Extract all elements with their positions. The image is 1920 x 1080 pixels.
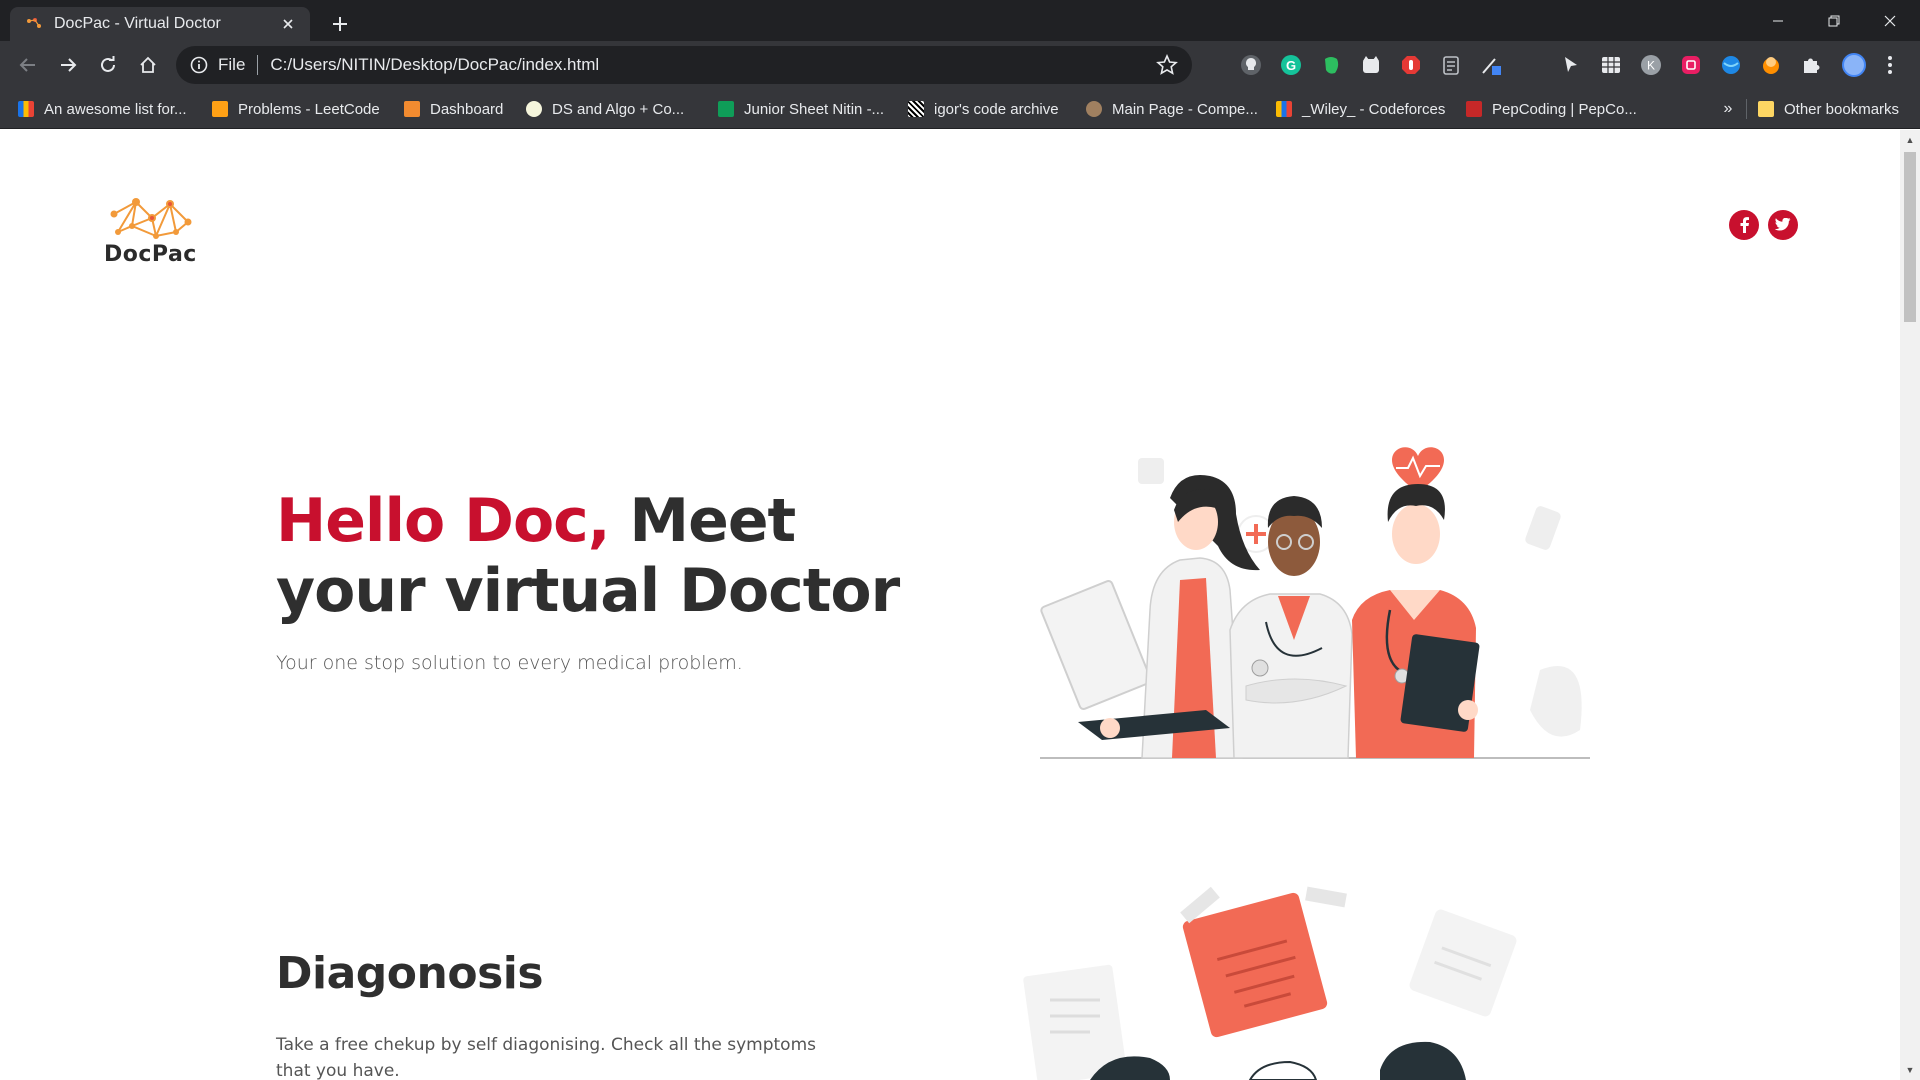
- wiki-icon: [1086, 101, 1102, 117]
- bookmark-item[interactable]: DS and Algo + Co...: [526, 97, 684, 121]
- record-icon[interactable]: [1680, 54, 1702, 76]
- menu-kebab-icon[interactable]: [1882, 53, 1898, 77]
- scroll-up-arrow-icon[interactable]: ▲: [1905, 135, 1915, 145]
- logo-text: DocPac: [104, 242, 197, 267]
- page-viewport: DocPac Hello Doc, Meet your virtual Doct…: [0, 130, 1900, 1080]
- twitter-icon[interactable]: [1768, 210, 1798, 240]
- url-scheme: File: [218, 55, 246, 74]
- bookmark-item[interactable]: _Wiley_ - Codeforces: [1276, 97, 1445, 121]
- bookmark-label: Problems - LeetCode: [238, 100, 380, 118]
- tab-title: DocPac - Virtual Doctor: [54, 15, 221, 32]
- new-tab-icon[interactable]: [326, 10, 354, 38]
- grammarly-icon[interactable]: G: [1280, 54, 1302, 76]
- bookmark-item[interactable]: igor's code archive: [908, 97, 1059, 121]
- honey-icon[interactable]: [1760, 54, 1782, 76]
- bookmark-label: _Wiley_ - Codeforces: [1302, 100, 1446, 118]
- lightbulb-icon[interactable]: [1240, 54, 1262, 76]
- clipboard-icon[interactable]: [1440, 54, 1462, 76]
- docpac-favicon: [26, 16, 42, 32]
- pattern-icon: [908, 101, 924, 117]
- grid-icon[interactable]: [1600, 54, 1622, 76]
- close-window-icon[interactable]: [1862, 0, 1918, 41]
- url-text[interactable]: C:/Users/NITIN/Desktop/DocPac/index.html: [270, 55, 1156, 75]
- bookmark-label: Main Page - Compe...: [1112, 100, 1258, 118]
- diagnosis-text: Take a free chekup by self diagonising. …: [276, 1035, 816, 1080]
- bar-chart-icon: [18, 101, 34, 117]
- bookmark-star-icon[interactable]: [1156, 54, 1178, 76]
- back-arrow-icon[interactable]: [12, 49, 44, 81]
- close-tab-icon[interactable]: [278, 14, 298, 34]
- bookmark-label: PepCoding | PepCo...: [1492, 100, 1637, 118]
- profile-avatar[interactable]: [1842, 53, 1866, 77]
- scroll-down-arrow-icon[interactable]: ▼: [1905, 1065, 1915, 1075]
- bookmark-item[interactable]: Main Page - Compe...: [1086, 97, 1258, 121]
- page-scrollbar[interactable]: ▲ ▼: [1900, 130, 1920, 1080]
- cat-extension-icon[interactable]: [1360, 54, 1382, 76]
- notes-illustration: [1020, 870, 1540, 1080]
- browser-toolbar: File C:/Users/NITIN/Desktop/DocPac/index…: [0, 41, 1920, 89]
- hero-subtitle: Your one stop solution to every medical …: [276, 652, 743, 674]
- svg-text:G: G: [1286, 58, 1296, 73]
- dashboard-icon: [404, 101, 420, 117]
- more-bookmarks-icon[interactable]: »: [1716, 97, 1740, 121]
- svg-text:K: K: [1647, 59, 1655, 73]
- info-icon[interactable]: [190, 56, 208, 74]
- globe-icon[interactable]: [1720, 54, 1742, 76]
- minimize-icon[interactable]: [1750, 0, 1806, 41]
- diagnosis-title: Diagonosis: [276, 948, 544, 999]
- bookmark-label: An awesome list for...: [44, 100, 187, 118]
- bookmarks-divider: [1746, 99, 1747, 119]
- reload-icon[interactable]: [92, 49, 124, 81]
- doctors-illustration: [1030, 410, 1600, 790]
- address-bar[interactable]: File C:/Users/NITIN/Desktop/DocPac/index…: [176, 46, 1192, 84]
- leetcode-icon: [212, 101, 228, 117]
- facebook-icon[interactable]: [1729, 210, 1759, 240]
- sheets-icon: [718, 101, 734, 117]
- bookmark-label: Junior Sheet Nitin -...: [744, 100, 885, 118]
- k-extension-icon[interactable]: K: [1640, 54, 1662, 76]
- bookmarks-bar: An awesome list for... Problems - LeetCo…: [0, 89, 1920, 129]
- bookmark-label: DS and Algo + Co...: [552, 100, 685, 118]
- browser-tab[interactable]: DocPac - Virtual Doctor: [10, 7, 310, 41]
- codeforces-icon: [1276, 101, 1292, 117]
- puzzle-icon[interactable]: [1800, 54, 1822, 76]
- other-bookmarks-label: Other bookmarks: [1784, 100, 1900, 118]
- bookmark-item[interactable]: An awesome list for...: [18, 97, 187, 121]
- other-bookmarks[interactable]: Other bookmarks: [1758, 97, 1899, 121]
- hero-title: Hello Doc, Meet your virtual Doctor: [276, 486, 936, 626]
- browser-tabstrip: DocPac - Virtual Doctor: [0, 0, 1920, 41]
- bookmark-item[interactable]: PepCoding | PepCo...: [1466, 97, 1637, 121]
- bookmark-item[interactable]: Problems - LeetCode: [212, 97, 380, 121]
- folder-icon: [1758, 101, 1774, 117]
- hero-title-accent: Hello Doc,: [276, 486, 611, 556]
- adblock-icon[interactable]: [1400, 54, 1422, 76]
- evernote-icon[interactable]: [1320, 54, 1342, 76]
- pepcoding-icon: [1466, 101, 1482, 117]
- bulb-icon: [526, 101, 542, 117]
- bookmark-label: Dashboard: [430, 100, 504, 118]
- bookmark-label: igor's code archive: [934, 100, 1059, 118]
- url-separator: [257, 55, 259, 75]
- restore-icon[interactable]: [1806, 0, 1862, 41]
- bookmark-item[interactable]: Dashboard: [404, 97, 503, 121]
- home-icon[interactable]: [132, 49, 164, 81]
- scrollbar-thumb[interactable]: [1904, 152, 1916, 322]
- bookmark-item[interactable]: Junior Sheet Nitin -...: [718, 97, 884, 121]
- pen-icon[interactable]: [1480, 54, 1502, 76]
- cursor-icon[interactable]: [1560, 54, 1582, 76]
- forward-arrow-icon[interactable]: [52, 49, 84, 81]
